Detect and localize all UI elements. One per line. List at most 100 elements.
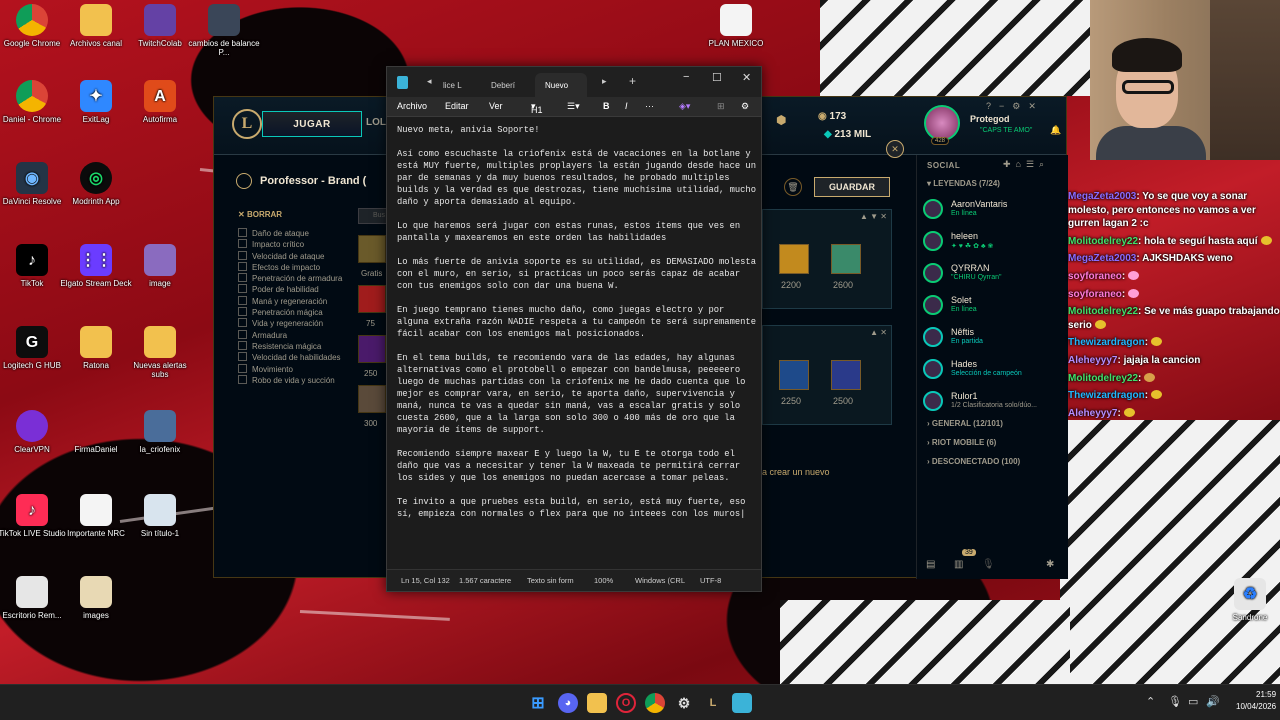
- notepad-text-area[interactable]: Nuevo meta, anivia Soporte! Así como esc…: [397, 124, 761, 564]
- filter-checkbox[interactable]: Maná y regeneración: [238, 296, 342, 307]
- client-controls[interactable]: ?−⚙✕: [986, 101, 1044, 112]
- filter-checkbox[interactable]: Velocidad de ataque: [238, 251, 342, 262]
- item-search-input[interactable]: Bus: [358, 208, 388, 224]
- maximize-icon[interactable]: ☐: [712, 71, 722, 84]
- filter-checkbox[interactable]: Efectos de impacto: [238, 262, 342, 273]
- italic-icon[interactable]: I: [625, 101, 628, 111]
- close-icon[interactable]: ✕: [742, 71, 751, 84]
- filter-checkbox[interactable]: Movimiento: [238, 364, 342, 375]
- friend-row[interactable]: Solet En línea: [923, 293, 1063, 323]
- desktop-icon-stream-deck[interactable]: ⋮⋮ Elgato Stream Deck: [60, 244, 132, 288]
- filter-checkbox[interactable]: Penetración de armadura: [238, 273, 342, 284]
- edit-icon[interactable]: [236, 173, 252, 189]
- item-icon[interactable]: [779, 244, 809, 274]
- league-taskbar-icon[interactable]: L: [703, 693, 723, 713]
- chat-icon[interactable]: ▤: [926, 559, 935, 570]
- desktop-icon-clearvpn[interactable]: ClearVPN: [0, 410, 68, 454]
- desktop-icon-nuevas-alertas[interactable]: Nuevas alertas subs: [124, 326, 196, 379]
- tab-scroll-left-icon[interactable]: ◂: [427, 76, 432, 87]
- menu-editar[interactable]: Editar: [445, 101, 469, 111]
- desktop-icon-image[interactable]: image: [124, 244, 196, 288]
- desktop-icon-logitech[interactable]: G Logitech G HUB: [0, 326, 68, 370]
- item-icon[interactable]: [358, 335, 386, 363]
- minimize-icon[interactable]: −: [683, 71, 689, 83]
- block-controls[interactable]: ▲ ▼ ✕: [860, 212, 887, 221]
- block-controls[interactable]: ▲ ✕: [870, 328, 887, 337]
- item-icon[interactable]: [779, 360, 809, 390]
- new-tab-icon[interactable]: +: [629, 74, 636, 88]
- clear-filters-button[interactable]: ✕ BORRAR: [238, 210, 282, 219]
- rp-display[interactable]: ◉ 173: [818, 111, 846, 122]
- menu-ver[interactable]: Ver: [489, 101, 503, 111]
- filter-checkbox[interactable]: Impacto crítico: [238, 239, 342, 250]
- heading-dropdown[interactable]: H1 ▾: [531, 101, 543, 115]
- desktop-icon-escritorio-remoto[interactable]: Escritorio Rem...: [0, 576, 68, 620]
- bell-icon[interactable]: 🔔: [1050, 125, 1061, 136]
- filter-checkbox[interactable]: Poder de habilidad: [238, 284, 342, 295]
- mic-tray-icon[interactable]: 🎙: [1168, 695, 1182, 708]
- tab-scroll-right-icon[interactable]: ▸: [602, 76, 607, 87]
- more-icon[interactable]: ···: [645, 101, 654, 111]
- desktop-icon-images[interactable]: images: [60, 576, 132, 620]
- desktop-icon-archivos-canal[interactable]: Archivos canal: [60, 4, 132, 48]
- trash-icon[interactable]: 🗑: [784, 178, 802, 196]
- loot-icon[interactable]: ⬢: [776, 113, 794, 131]
- mic-icon[interactable]: 🎙: [982, 559, 995, 570]
- desktop-icon-tiktok-live[interactable]: ♪ TikTok LIVE Studio: [0, 494, 68, 538]
- bug-icon[interactable]: ✱: [1046, 559, 1054, 570]
- notepad-taskbar-icon[interactable]: [732, 693, 752, 713]
- desktop-icon-sin-titulo[interactable]: Sin título-1: [124, 494, 196, 538]
- chrome-icon[interactable]: [645, 693, 665, 713]
- menu-archivo[interactable]: Archivo: [397, 101, 427, 111]
- friend-row[interactable]: AaronVantaris En línea: [923, 197, 1063, 227]
- desktop-icon-davinci[interactable]: ◉ DaVinci Resolve: [0, 162, 68, 206]
- start-windows-icon[interactable]: ⊞: [528, 693, 548, 713]
- desktop-icon-ratona[interactable]: Ratona: [60, 326, 132, 370]
- friend-row[interactable]: QYRRΛN "CHIRU Qyrran": [923, 261, 1063, 291]
- desktop-icon-tiktok[interactable]: ♪ TikTok: [0, 244, 68, 288]
- filter-checkbox[interactable]: Armadura: [238, 330, 342, 341]
- settings-gear-icon[interactable]: ⚙: [741, 101, 749, 112]
- social-actions[interactable]: ✚⌂☰⌕: [1003, 159, 1049, 170]
- inbox-icon[interactable]: ▥: [954, 559, 963, 570]
- general-group-header[interactable]: › GENERAL (12/101): [927, 419, 1003, 428]
- play-button[interactable]: JUGAR: [262, 111, 362, 137]
- save-button[interactable]: GUARDAR: [814, 177, 890, 197]
- tab-home[interactable]: LOL: [366, 117, 386, 128]
- tray-overflow-icon[interactable]: ⌃: [1146, 695, 1155, 708]
- desktop-icon-twitchcolab[interactable]: TwitchColab: [124, 4, 196, 48]
- format-icon[interactable]: ⊞: [717, 101, 725, 112]
- desktop-icon-cambios-balance[interactable]: cambios de balance P...: [188, 4, 260, 57]
- tab-deberi[interactable]: Deberí: [481, 73, 531, 97]
- desktop-icon-la-criofenix[interactable]: la_criofenix: [124, 410, 196, 454]
- close-build-icon[interactable]: ✕: [886, 140, 904, 158]
- desktop-icon-daniel-chrome[interactable]: Daniel - Chrome: [0, 80, 68, 124]
- offline-group-header[interactable]: › DESCONECTADO (100): [927, 457, 1020, 466]
- desktop-icon-importante-nrc[interactable]: Importante NRC: [60, 494, 132, 538]
- filter-checkbox[interactable]: Robo de vida y succión: [238, 375, 342, 386]
- tab-lice[interactable]: lice L: [433, 73, 479, 97]
- item-icon[interactable]: [831, 244, 861, 274]
- bold-icon[interactable]: B: [603, 101, 610, 111]
- friend-row[interactable]: Nêftis En partida: [923, 325, 1063, 355]
- desktop-icon-exitlag[interactable]: ✦ ExitLag: [60, 80, 132, 124]
- volume-icon[interactable]: 🔊: [1206, 695, 1220, 708]
- copilot-icon[interactable]: ◈▾: [679, 101, 690, 112]
- item-icon[interactable]: [358, 235, 386, 263]
- avatar[interactable]: [924, 105, 960, 141]
- filter-checkbox[interactable]: Vida y regeneración: [238, 318, 342, 329]
- item-icon[interactable]: [831, 360, 861, 390]
- be-display[interactable]: ◆ 213 MIL: [824, 129, 871, 140]
- friend-row[interactable]: Hades Selección de campeón: [923, 357, 1063, 387]
- discord-icon[interactable]: ◕: [558, 693, 578, 713]
- list-icon[interactable]: ☰▾: [567, 101, 580, 112]
- friend-row[interactable]: Rulor1 1/2 Clasificatoria solo/dúo...: [923, 389, 1063, 419]
- create-new-block-link[interactable]: a crear un nuevo: [762, 467, 830, 477]
- friend-row[interactable]: heleen ✦ ♥ ☘ ✿ ♣ ❀: [923, 229, 1063, 259]
- tab-nuevo[interactable]: Nuevo: [535, 73, 587, 97]
- desktop-icon-plan-mexico[interactable]: PLAN MEXICO: [700, 4, 772, 48]
- item-icon[interactable]: [358, 385, 386, 413]
- network-icon[interactable]: ▭: [1188, 695, 1198, 708]
- desktop-icon-modrinth[interactable]: ◎ Modrinth App: [60, 162, 132, 206]
- riot-mobile-group-header[interactable]: › RIOT MOBILE (6): [927, 438, 996, 447]
